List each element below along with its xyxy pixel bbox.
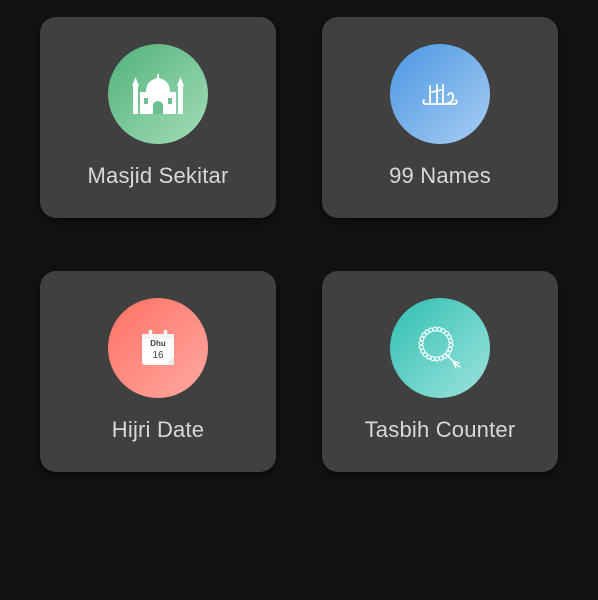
masjid-icon-circle bbox=[108, 44, 208, 144]
hijri-icon-circle: Dhu 16 bbox=[108, 298, 208, 398]
hijri-date-card[interactable]: Dhu 16 Hijri Date bbox=[40, 271, 276, 472]
calendar-day: 16 bbox=[152, 350, 164, 361]
calendar-icon: Dhu 16 bbox=[142, 329, 174, 365]
tasbih-icon-circle bbox=[390, 298, 490, 398]
card-label: Hijri Date bbox=[111, 417, 205, 442]
names-icon-circle bbox=[390, 44, 490, 144]
prayer-beads-icon bbox=[418, 326, 461, 369]
feature-grid: Masjid Sekitar 99 Names Dhu 16 Hijri Dat… bbox=[0, 0, 598, 600]
masjid-sekitar-card[interactable]: Masjid Sekitar bbox=[40, 17, 276, 218]
allah-calligraphy-icon bbox=[422, 84, 458, 105]
card-label: Masjid Sekitar bbox=[87, 163, 229, 188]
mosque-icon bbox=[132, 74, 184, 114]
99-names-card[interactable]: 99 Names bbox=[322, 17, 558, 218]
tasbih-counter-card[interactable]: Tasbih Counter bbox=[322, 271, 558, 472]
card-label: Tasbih Counter bbox=[364, 417, 516, 442]
card-label: 99 Names bbox=[389, 163, 491, 188]
calendar-month: Dhu bbox=[150, 339, 166, 348]
